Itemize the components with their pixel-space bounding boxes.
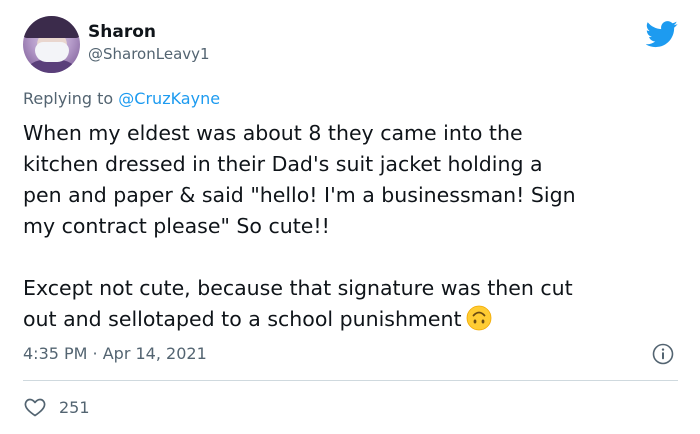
tweet-paragraph-2: Except not cute, because that signature … xyxy=(23,273,683,335)
twitter-bird-icon[interactable] xyxy=(646,18,678,50)
crescent-moon-icon xyxy=(165,24,178,37)
author-handle[interactable]: @SharonLeavy1 xyxy=(88,45,210,63)
author-block: Sharon @SharonLeavy1 xyxy=(88,22,210,63)
upside-down-face-emoji xyxy=(466,305,491,331)
tweet-text: When my eldest was about 8 they came int… xyxy=(23,118,683,335)
info-icon[interactable] xyxy=(652,343,674,365)
divider xyxy=(23,380,678,381)
replying-to-line: Replying to @CruzKayne xyxy=(23,89,220,108)
reply-mention-link[interactable]: @CruzKayne xyxy=(118,89,220,108)
replying-to-label: Replying to xyxy=(23,89,114,108)
avatar[interactable] xyxy=(23,16,80,73)
author-display-name[interactable]: Sharon xyxy=(88,22,156,42)
avatar-face-mask xyxy=(35,42,69,62)
like-action[interactable]: 251 xyxy=(23,395,90,419)
tweet-paragraph: When my eldest was about 8 they came int… xyxy=(23,121,576,238)
like-count: 251 xyxy=(59,397,90,417)
heart-icon[interactable] xyxy=(23,395,47,419)
avatar-hair xyxy=(23,16,80,38)
tweet-timestamp[interactable]: 4:35 PM · Apr 14, 2021 xyxy=(23,344,207,363)
